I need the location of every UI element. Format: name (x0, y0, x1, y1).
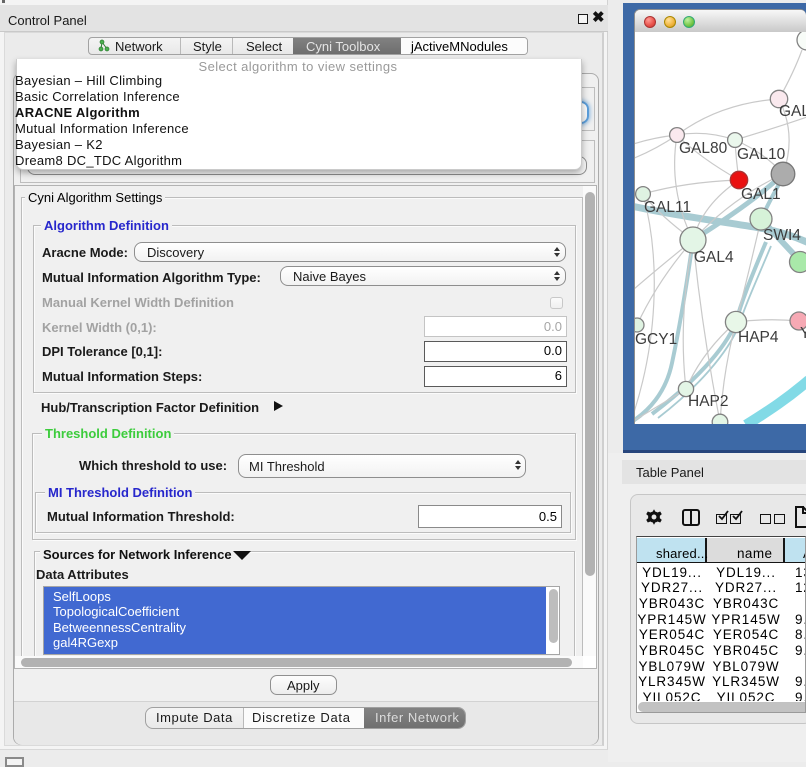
svg-text:GAL80: GAL80 (679, 140, 728, 157)
svg-text:GAL10: GAL10 (737, 146, 786, 163)
svg-text:SWI4: SWI4 (763, 227, 801, 244)
svg-text:HAP2: HAP2 (688, 393, 729, 410)
svg-text:GAL1: GAL1 (741, 186, 781, 203)
svg-text:HAP4: HAP4 (738, 329, 779, 346)
svg-text:GAL11: GAL11 (644, 199, 691, 216)
svg-text:YL: YL (800, 325, 806, 342)
svg-text:GAL4: GAL4 (694, 249, 734, 266)
svg-text:GCY1: GCY1 (635, 331, 677, 348)
svg-text:GAL7: GAL7 (779, 103, 806, 120)
